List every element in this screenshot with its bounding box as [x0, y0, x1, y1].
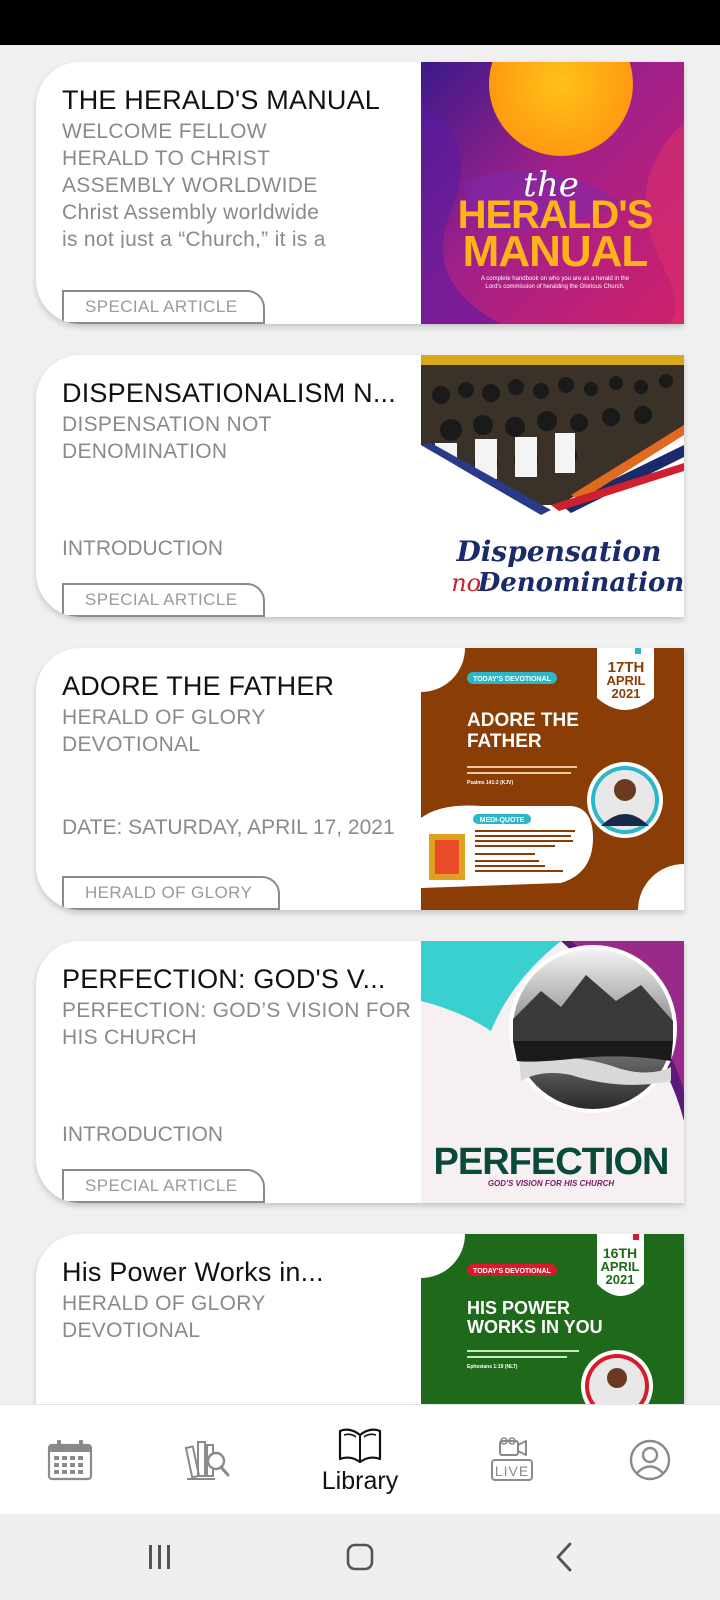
card-thumbnail: TODAY'S DEVOTIONAL 17TH APRIL 2021 ADORE…	[421, 648, 684, 910]
profile-icon	[629, 1439, 671, 1481]
thumbnail-date: 2021	[612, 686, 641, 701]
bottom-navigation: Library LIVE	[0, 1404, 720, 1514]
category-tag: SPECIAL ARTICLE	[62, 1169, 266, 1203]
thumbnail-caption: GOD'S VISION FOR HIS CHURCH	[488, 1179, 615, 1188]
thumbnail-headline: PERFECTION	[434, 1141, 669, 1183]
nav-study[interactable]	[180, 1405, 236, 1515]
thumbnail-badge: TODAY'S DEVOTIONAL	[473, 1268, 552, 1275]
card-subtitle-line: Christ Assembly worldwide	[62, 201, 320, 224]
thumbnail-scripture: Psalms 141:2 (KJV)	[467, 780, 513, 786]
library-feed[interactable]: THE HERALD'S MANUAL WELCOME FELLOW HERAL…	[0, 45, 720, 1404]
card-subtitle-line: WELCOME FELLOW	[62, 120, 267, 143]
home-button[interactable]	[330, 1514, 390, 1600]
books-search-icon	[185, 1441, 230, 1480]
thumbnail-headline: FATHER	[467, 731, 542, 752]
status-bar	[0, 0, 720, 45]
card-subtitle-line: HERALD OF GLORY	[62, 706, 266, 729]
recent-apps-button[interactable]	[130, 1514, 190, 1600]
card-text: THE HERALD'S MANUAL WELCOME FELLOW HERAL…	[62, 84, 412, 324]
card-thumbnail: the HERALD'S MANUAL A complete handbook …	[421, 62, 684, 324]
thumbnail-headline: ADORE THE	[467, 710, 579, 731]
thumbnail-caption: Lord's commission of heralding the Glori…	[485, 284, 625, 290]
thumbnail-title: Denomination	[477, 568, 684, 598]
thumbnail-caption: A complete handbook on who you are as a …	[481, 276, 630, 282]
card-subtitle-line: DENOMINATION	[62, 440, 228, 463]
thumbnail-badge: TODAY'S DEVOTIONAL	[473, 676, 552, 683]
category-tag: SPECIAL ARTICLE	[62, 290, 266, 324]
nav-library-label: Library	[321, 1466, 399, 1495]
article-card-perfection[interactable]: PERFECTION: GOD'S V... PERFECTION: GOD’S…	[36, 941, 684, 1203]
category-tag: HERALD OF GLORY	[62, 876, 281, 910]
live-video-icon: LIVE	[491, 1437, 533, 1481]
system-navigation-bar	[0, 1514, 720, 1600]
card-subtitle-line: DISPENSATION NOT	[62, 413, 272, 436]
category-tag: SPECIAL ARTICLE	[62, 583, 266, 617]
home-icon	[346, 1543, 374, 1571]
card-title: PERFECTION: GOD'S V...	[62, 964, 386, 994]
card-subtitle-line: HERALD TO CHRIST	[62, 147, 271, 170]
card-text: DISPENSATIONALISM N... DISPENSATION NOT …	[62, 377, 412, 617]
thumbnail-title: Dispensation	[456, 535, 662, 568]
live-label: LIVE	[495, 1463, 529, 1479]
card-subtitle-line: PERFECTION: GOD’S VISION FOR	[62, 999, 412, 1022]
card-title: THE HERALD'S MANUAL	[62, 85, 381, 115]
card-thumbnail: Dispensation not Denomination	[421, 355, 684, 617]
card-subtitle-line: is not just a “Church,” it is a	[62, 228, 326, 248]
card-title: His Power Works in...	[62, 1257, 324, 1287]
article-card-heralds-manual[interactable]: THE HERALD'S MANUAL WELCOME FELLOW HERAL…	[36, 62, 684, 324]
card-body: DATE: SATURDAY, APRIL 17, 2021	[62, 816, 395, 839]
card-title: ADORE THE FATHER	[62, 671, 335, 701]
thumbnail-quote-badge: MEDI-QUOTE	[480, 817, 525, 824]
back-icon	[556, 1542, 572, 1572]
card-subtitle-line: ASSEMBLY WORLDWIDE	[62, 174, 318, 197]
article-card-dispensationalism[interactable]: DISPENSATIONALISM N... DISPENSATION NOT …	[36, 355, 684, 617]
card-subtitle-line: HERALD OF GLORY	[62, 1292, 266, 1315]
card-subtitle-line: HIS CHURCH	[62, 1026, 197, 1049]
card-text: ADORE THE FATHER HERALD OF GLORY DEVOTIO…	[62, 670, 412, 910]
card-text: PERFECTION: GOD'S V... PERFECTION: GOD’S…	[62, 963, 412, 1203]
thumbnail-headline: WORKS IN YOU	[467, 1317, 603, 1337]
card-title: DISPENSATIONALISM N...	[62, 378, 396, 408]
thumbnail-scripture: Ephesians 1:19 (NLT)	[467, 1364, 518, 1370]
thumbnail-headline: HIS POWER	[467, 1298, 570, 1318]
card-text: His Power Works in... HERALD OF GLORY DE…	[62, 1256, 412, 1404]
open-book-icon	[338, 1428, 382, 1463]
calendar-icon	[47, 1440, 93, 1481]
card-thumbnail: TODAY'S DEVOTIONAL 16TH APRIL 2021 HIS P…	[421, 1234, 684, 1404]
recent-apps-icon	[149, 1545, 170, 1569]
card-subtitle-line: DEVOTIONAL	[62, 1319, 201, 1342]
nav-library[interactable]: Library	[302, 1405, 418, 1515]
nav-live[interactable]: LIVE	[484, 1405, 540, 1515]
thumbnail-headline: MANUAL	[463, 227, 648, 276]
back-button[interactable]	[534, 1514, 594, 1600]
article-card-his-power[interactable]: His Power Works in... HERALD OF GLORY DE…	[36, 1234, 684, 1404]
thumbnail-date: 2021	[606, 1272, 635, 1287]
card-body: INTRODUCTION	[62, 537, 223, 560]
card-subtitle-line: DEVOTIONAL	[62, 733, 201, 756]
article-card-adore-the-father[interactable]: ADORE THE FATHER HERALD OF GLORY DEVOTIO…	[36, 648, 684, 910]
nav-profile[interactable]	[622, 1405, 678, 1515]
nav-calendar[interactable]	[40, 1405, 100, 1515]
card-body: INTRODUCTION	[62, 1123, 223, 1146]
card-thumbnail: PERFECTION GOD'S VISION FOR HIS CHURCH	[421, 941, 684, 1203]
